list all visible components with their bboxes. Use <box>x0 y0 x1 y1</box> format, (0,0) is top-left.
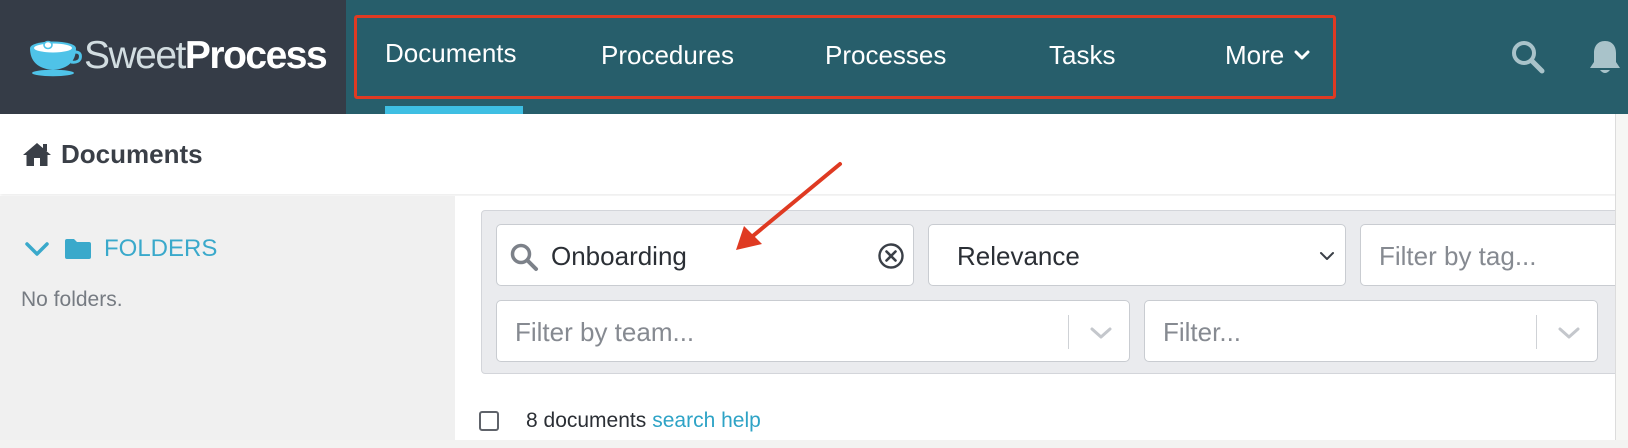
chevron-down-icon <box>1090 327 1112 339</box>
nav-processes[interactable]: Processes <box>825 38 946 72</box>
nav-procedures[interactable]: Procedures <box>601 38 734 72</box>
page-title: Documents <box>61 139 203 169</box>
generic-filter-select[interactable]: Filter... <box>1144 300 1598 362</box>
search-icon[interactable] <box>1510 39 1546 75</box>
results-count: 8 documents <box>526 409 647 432</box>
tag-filter-input[interactable]: Filter by tag... <box>1360 224 1628 286</box>
folders-label: FOLDERS <box>104 235 218 262</box>
chevron-down-icon <box>1294 50 1310 60</box>
logo[interactable]: SweetProcess <box>0 0 346 114</box>
search-help-link[interactable]: search help <box>652 408 761 434</box>
folders-toggle[interactable]: FOLDERS <box>24 234 217 264</box>
brand-name-sweet: Sweet <box>84 34 186 77</box>
top-nav-bar: SweetProcess Documents Procedures Proces… <box>0 0 1628 114</box>
sidebar: FOLDERS No folders. <box>0 196 455 440</box>
chevron-down-icon <box>25 242 49 256</box>
nav-more[interactable]: More <box>1225 38 1310 72</box>
nav-tasks[interactable]: Tasks <box>1049 38 1115 72</box>
folder-icon <box>65 239 91 259</box>
active-tab-indicator <box>385 106 523 114</box>
team-filter-placeholder: Filter by team... <box>515 317 695 347</box>
search-input[interactable]: Onboarding <box>496 224 914 286</box>
results-summary: 8 documents search help <box>479 408 761 434</box>
search-value: Onboarding <box>551 241 687 271</box>
chevron-down-icon <box>1558 327 1580 339</box>
brand-name: SweetProcess <box>84 30 328 82</box>
search-icon <box>510 243 538 271</box>
window-edge <box>1615 114 1628 440</box>
teacup-logo-icon <box>30 40 82 77</box>
sort-value: Relevance <box>957 241 1080 271</box>
generic-filter-placeholder: Filter... <box>1163 317 1242 347</box>
nav-documents[interactable]: Documents <box>385 36 517 70</box>
empty-folders-text: No folders. <box>21 288 123 311</box>
brand-name-process: Process <box>184 34 328 77</box>
tag-filter-placeholder: Filter by tag... <box>1379 241 1537 271</box>
chevron-down-icon <box>1320 252 1334 260</box>
bell-icon[interactable] <box>1588 38 1622 76</box>
select-all-checkbox[interactable] <box>479 411 499 431</box>
team-filter-select[interactable]: Filter by team... <box>496 300 1130 362</box>
sort-select[interactable]: Relevance <box>928 224 1346 286</box>
breadcrumb: Documents <box>0 114 1628 194</box>
window-edge <box>0 440 1628 448</box>
select-separator <box>1536 315 1537 349</box>
home-icon[interactable] <box>22 141 52 167</box>
nav-more-label: More <box>1225 40 1285 70</box>
select-separator <box>1068 315 1069 349</box>
clear-circle-icon[interactable] <box>877 242 905 270</box>
